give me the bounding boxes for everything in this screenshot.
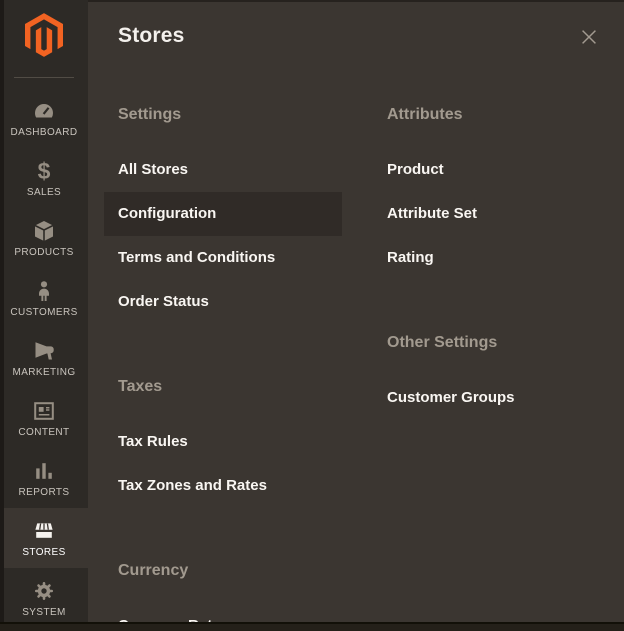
sidebar-divider xyxy=(14,77,74,78)
sidebar-item-label: REPORTS xyxy=(19,487,70,498)
sidebar-item-label: SALES xyxy=(27,187,61,198)
marketing-icon xyxy=(32,339,56,363)
sidebar-item-stores[interactable]: STORES xyxy=(0,508,88,568)
customers-icon xyxy=(32,279,56,303)
section-links: All StoresConfigurationTerms and Conditi… xyxy=(104,148,342,324)
magento-logo-link[interactable] xyxy=(0,0,88,77)
flyout-column-right: Attributes ProductAttribute SetRating Ot… xyxy=(373,102,611,420)
sidebar-item-content[interactable]: CONTENT xyxy=(0,388,88,448)
section-header: Attributes xyxy=(373,102,611,128)
menu-link-terms-and-conditions[interactable]: Terms and Conditions xyxy=(104,236,342,280)
stores-flyout-menu: Stores Settings All StoresConfigurationT… xyxy=(88,0,624,622)
magento-logo-icon xyxy=(25,13,63,57)
menu-section-attributes: Attributes ProductAttribute SetRating xyxy=(373,102,611,280)
close-button[interactable] xyxy=(578,26,600,48)
dashboard-icon xyxy=(32,99,56,123)
sidebar-item-system[interactable]: SYSTEM xyxy=(0,568,88,628)
sidebar-item-reports[interactable]: REPORTS xyxy=(0,448,88,508)
sidebar-item-label: MARKETING xyxy=(12,367,75,378)
sidebar-item-label: CUSTOMERS xyxy=(10,307,77,318)
system-icon xyxy=(32,579,56,603)
menu-link-rating[interactable]: Rating xyxy=(373,236,611,280)
menu-link-customer-groups[interactable]: Customer Groups xyxy=(373,376,611,420)
section-links: Customer Groups xyxy=(373,376,611,420)
sales-icon: $ xyxy=(32,159,56,183)
flyout-title: Stores xyxy=(118,24,185,48)
sidebar-item-label: PRODUCTS xyxy=(14,247,73,258)
menu-section-other-settings: Other Settings Customer Groups xyxy=(373,330,611,420)
menu-link-all-stores[interactable]: All Stores xyxy=(104,148,342,192)
reports-icon xyxy=(32,459,56,483)
sidebar-item-dashboard[interactable]: DASHBOARD xyxy=(0,88,88,148)
section-links: Tax RulesTax Zones and Rates xyxy=(104,420,342,508)
menu-link-tax-zones-and-rates[interactable]: Tax Zones and Rates xyxy=(104,464,342,508)
sidebar-item-sales[interactable]: $ SALES xyxy=(0,148,88,208)
section-header: Settings xyxy=(104,102,342,128)
section-links: Currency Rates xyxy=(104,604,342,622)
window-left-edge xyxy=(0,0,4,631)
menu-link-order-status[interactable]: Order Status xyxy=(104,280,342,324)
menu-link-attribute-set[interactable]: Attribute Set xyxy=(373,192,611,236)
sidebar: DASHBOARD $ SALES PRODUCTS CUSTOMERS MAR… xyxy=(0,0,88,631)
close-icon xyxy=(578,26,600,48)
sidebar-item-marketing[interactable]: MARKETING xyxy=(0,328,88,388)
section-header: Other Settings xyxy=(373,330,611,356)
sidebar-item-customers[interactable]: CUSTOMERS xyxy=(0,268,88,328)
menu-section-settings: Settings All StoresConfigurationTerms an… xyxy=(104,102,342,324)
flyout-column-left: Settings All StoresConfigurationTerms an… xyxy=(104,102,342,622)
menu-section-currency: Currency Currency Rates xyxy=(104,558,342,622)
svg-text:$: $ xyxy=(38,159,51,183)
section-header: Taxes xyxy=(104,374,342,400)
section-header: Currency xyxy=(104,558,342,584)
sidebar-item-label: STORES xyxy=(22,547,65,558)
menu-section-taxes: Taxes Tax RulesTax Zones and Rates xyxy=(104,374,342,508)
products-icon xyxy=(32,219,56,243)
section-links: ProductAttribute SetRating xyxy=(373,148,611,280)
stores-icon xyxy=(32,519,56,543)
sidebar-item-label: SYSTEM xyxy=(22,607,66,618)
sidebar-nav: DASHBOARD $ SALES PRODUCTS CUSTOMERS MAR… xyxy=(0,88,88,628)
sidebar-item-label: DASHBOARD xyxy=(11,127,78,138)
sidebar-item-products[interactable]: PRODUCTS xyxy=(0,208,88,268)
sidebar-item-label: CONTENT xyxy=(18,427,69,438)
menu-link-configuration[interactable]: Configuration xyxy=(104,192,342,236)
menu-link-product[interactable]: Product xyxy=(373,148,611,192)
page-bottom-edge xyxy=(0,622,624,631)
menu-link-currency-rates[interactable]: Currency Rates xyxy=(104,604,342,622)
content-icon xyxy=(32,399,56,423)
menu-link-tax-rules[interactable]: Tax Rules xyxy=(104,420,342,464)
